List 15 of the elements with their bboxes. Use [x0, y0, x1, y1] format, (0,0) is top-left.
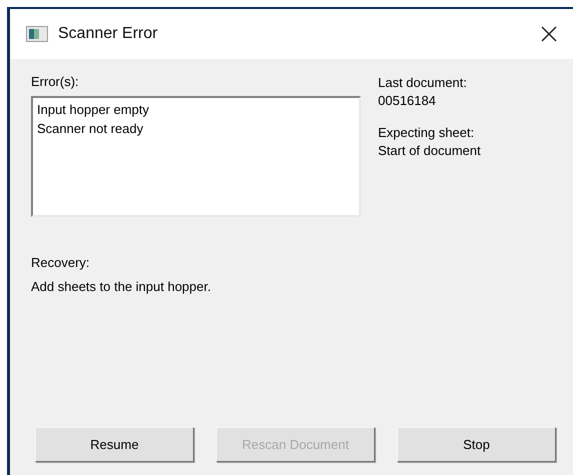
info-label: Last document:: [378, 74, 468, 92]
error-item: Input hopper empty: [37, 101, 150, 119]
recovery-text: Add sheets to the input hopper.: [31, 279, 212, 295]
window-icon: [26, 26, 48, 42]
info-label: Expecting sheet:: [378, 124, 476, 142]
info-value: Start of document: [378, 142, 481, 160]
recovery-label: Recovery:: [31, 255, 91, 271]
info-value: 00516184: [378, 92, 437, 110]
close-icon[interactable]: [539, 24, 559, 44]
dialog-button[interactable]: Stop: [397, 427, 556, 462]
errors-list[interactable]: Input hopper empty Scanner not ready: [31, 96, 361, 217]
errors-label: Error(s):: [31, 74, 80, 90]
window-title: Scanner Error: [58, 24, 158, 44]
dialog-button[interactable]: Resume: [35, 427, 194, 462]
error-item: Scanner not ready: [37, 120, 144, 138]
